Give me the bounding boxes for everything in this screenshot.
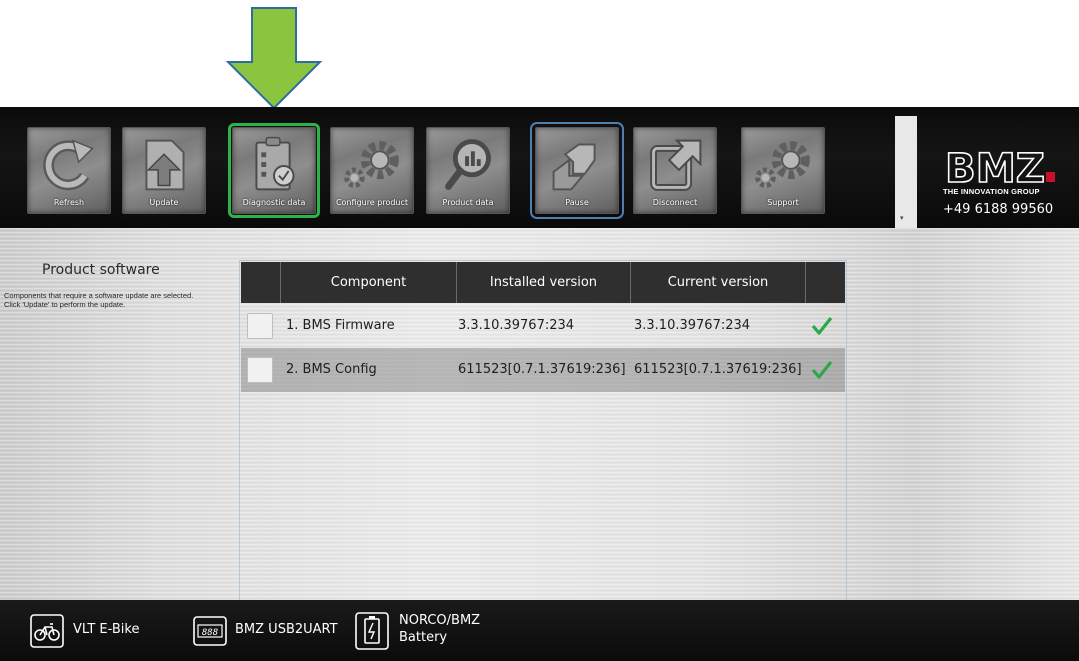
header-status — [805, 262, 845, 303]
page-title: Product software — [42, 262, 160, 278]
header-installed-version: Installed version — [456, 262, 630, 303]
header-component: Component — [280, 262, 456, 303]
refresh-button[interactable]: Refresh — [27, 127, 111, 214]
magnifier-chart-icon — [445, 139, 491, 190]
support-phone: +49 6188 99560 — [943, 202, 1054, 217]
green-arrow-annotation-icon — [226, 7, 322, 110]
logo-accent — [1046, 172, 1055, 182]
scroll-grip-icon: ▾ — [900, 214, 904, 222]
display-888-icon: 888 — [193, 616, 227, 646]
refresh-icon — [43, 139, 94, 191]
header-current-version: Current version — [630, 262, 805, 303]
logo-text: BMZ — [945, 148, 1045, 186]
page-description: Components that require a software updat… — [4, 291, 194, 309]
toolbar: Refresh Update Diagnostic data Configure… — [0, 107, 1079, 228]
cell-component: 2. BMS Config — [286, 362, 377, 377]
toolbar-scrollbar[interactable] — [895, 116, 917, 228]
bmz-logo: BMZ — [944, 148, 1055, 186]
brand-logo: BMZ THE INNOVATION GROUP +49 6188 99560 — [943, 148, 1059, 217]
support-button-label: Support — [767, 198, 799, 207]
pause-button[interactable]: Pause — [530, 122, 624, 219]
check-icon — [811, 361, 833, 379]
header-select — [241, 262, 280, 303]
cell-installed-version: 611523[0.7.1.37619:236] — [458, 362, 626, 377]
diagnostic-data-button[interactable]: Diagnostic data — [228, 123, 320, 218]
software-table: Component Installed version Current vers… — [239, 260, 847, 600]
gears-icon — [755, 141, 810, 188]
diagnostic-icon — [255, 136, 295, 191]
product-data-button[interactable]: Product data — [426, 127, 510, 214]
battery-icon — [355, 612, 389, 650]
main-panel: Product software Components that require… — [0, 228, 1079, 600]
table-row[interactable]: 1. BMS Firmware 3.3.10.39767:234 3.3.10.… — [241, 304, 845, 348]
update-button-label: Update — [149, 198, 179, 207]
configure-product-button[interactable]: Configure product — [330, 127, 414, 214]
product-data-button-label: Product data — [442, 198, 494, 207]
status-bar: VLT E-Bike 888 BMZ USB2UART NORCO/BMZ Ba… — [0, 600, 1079, 661]
check-icon — [811, 317, 833, 335]
row-checkbox[interactable] — [247, 313, 273, 339]
cell-current-version: 3.3.10.39767:234 — [634, 318, 751, 333]
device-label-bike: VLT E-Bike — [73, 622, 140, 637]
table-row[interactable]: 2. BMS Config 611523[0.7.1.37619:236] 61… — [241, 348, 845, 392]
cell-component: 1. BMS Firmware — [286, 318, 395, 333]
refresh-button-label: Refresh — [53, 198, 85, 207]
table-header: Component Installed version Current vers… — [241, 262, 845, 303]
device-label-battery: NORCO/BMZ Battery — [399, 613, 481, 645]
brand-tagline: THE INNOVATION GROUP — [943, 187, 1040, 196]
app-window: Refresh Update Diagnostic data Configure… — [0, 0, 1079, 661]
cell-current-version: 611523[0.7.1.37619:236] — [634, 362, 802, 377]
disconnect-button-label: Disconnect — [652, 198, 698, 207]
pause-icon — [552, 143, 596, 191]
pause-button-label: Pause — [565, 198, 589, 207]
disconnect-icon — [650, 139, 702, 191]
row-checkbox[interactable] — [247, 357, 273, 383]
cell-installed-version: 3.3.10.39767:234 — [458, 318, 575, 333]
update-icon — [145, 139, 185, 191]
support-button[interactable]: Support — [741, 127, 825, 214]
bike-icon — [30, 614, 64, 648]
device-label-usb2uart: BMZ USB2UART — [235, 622, 338, 637]
configure-product-button-label: Configure product — [335, 198, 409, 207]
update-button[interactable]: Update — [122, 127, 206, 214]
svg-text:888: 888 — [202, 628, 218, 638]
gears-icon — [344, 141, 399, 188]
disconnect-button[interactable]: Disconnect — [633, 127, 717, 214]
diagnostic-data-button-label: Diagnostic data — [242, 198, 306, 207]
